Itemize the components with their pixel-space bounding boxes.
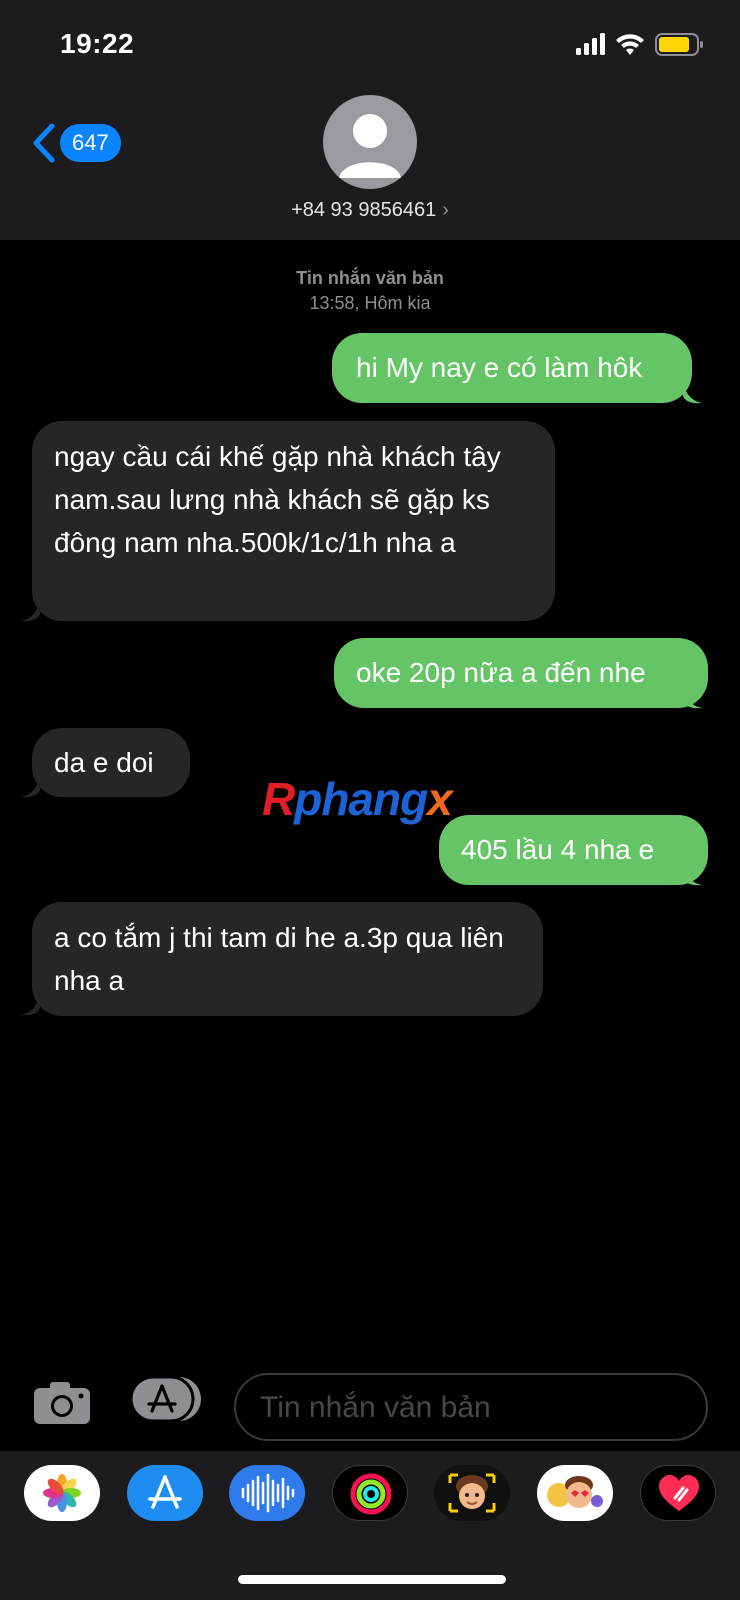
message-bubble-received[interactable]: ngay cầu cái khế gặp nhà khách tây nam.s… [32,421,555,621]
message-type-label: Tin nhắn văn bản [296,268,444,288]
person-icon [339,114,401,178]
message-text: da e doi [54,747,154,778]
message-timestamp: Tin nhắn văn bản 13:58, Hôm kia [0,266,740,316]
memoji-icon[interactable] [434,1465,510,1521]
back-button[interactable]: 647 [30,120,121,166]
message-text: hi My nay e có làm hôk [356,352,643,383]
bubble-tail [20,600,40,622]
unread-count-badge: 647 [60,124,121,162]
message-bubble-sent[interactable]: oke 20p nữa a đến nhe [334,638,708,708]
message-bubble-received[interactable]: a co tắm j thi tam di he a.3p qua liên n… [32,902,543,1016]
home-indicator[interactable] [238,1575,506,1584]
message-bubble-sent[interactable]: hi My nay e có làm hôk [332,333,692,403]
wifi-icon [616,34,644,55]
contact-name-button[interactable]: +84 93 9856461 › [0,199,740,222]
message-text: ngay cầu cái khế gặp nhà khách tây nam.s… [54,441,501,558]
bubble-tail [683,687,703,709]
message-input-bar: Tin nhắn văn bản [0,1360,740,1456]
message-input[interactable]: Tin nhắn văn bản [234,1373,708,1441]
message-bubble-received[interactable]: da e doi [32,728,190,797]
fitness-rings-icon[interactable] [332,1465,408,1521]
chevron-left-icon [33,123,55,163]
camera-icon[interactable] [32,1380,92,1426]
watermark-logo: Rphangx [262,773,453,825]
message-bubble-sent[interactable]: 405 lầu 4 nha e [439,815,708,885]
message-text: a co tắm j thi tam di he a.3p qua liên n… [54,922,504,996]
message-input-placeholder: Tin nhắn văn bản [260,1391,491,1424]
status-time: 19:22 [60,28,135,59]
message-time: 13:58, Hôm kia [309,293,431,313]
bubble-tail [683,382,703,404]
cellular-signal-icon [576,33,605,55]
app-store-icon[interactable] [127,1465,203,1521]
contact-avatar[interactable] [323,95,417,189]
status-icons [576,33,703,56]
audio-message-icon[interactable] [229,1465,305,1521]
memoji-stickers-icon[interactable] [537,1465,613,1521]
message-text: 405 lầu 4 nha e [461,834,655,865]
digital-touch-icon[interactable] [640,1465,716,1521]
chevron-right-icon: › [442,199,449,221]
bubble-tail [683,864,703,886]
app-store-button-icon[interactable] [131,1376,203,1422]
message-text: oke 20p nữa a đến nhe [356,657,646,688]
conversation-header: 19:22 647 +84 93 9856461 › [0,0,740,240]
contact-number: +84 93 9856461 [291,199,437,221]
photos-icon[interactable] [24,1465,100,1521]
bubble-tail [20,994,40,1016]
battery-icon [655,33,703,56]
bubble-tail [20,776,40,798]
